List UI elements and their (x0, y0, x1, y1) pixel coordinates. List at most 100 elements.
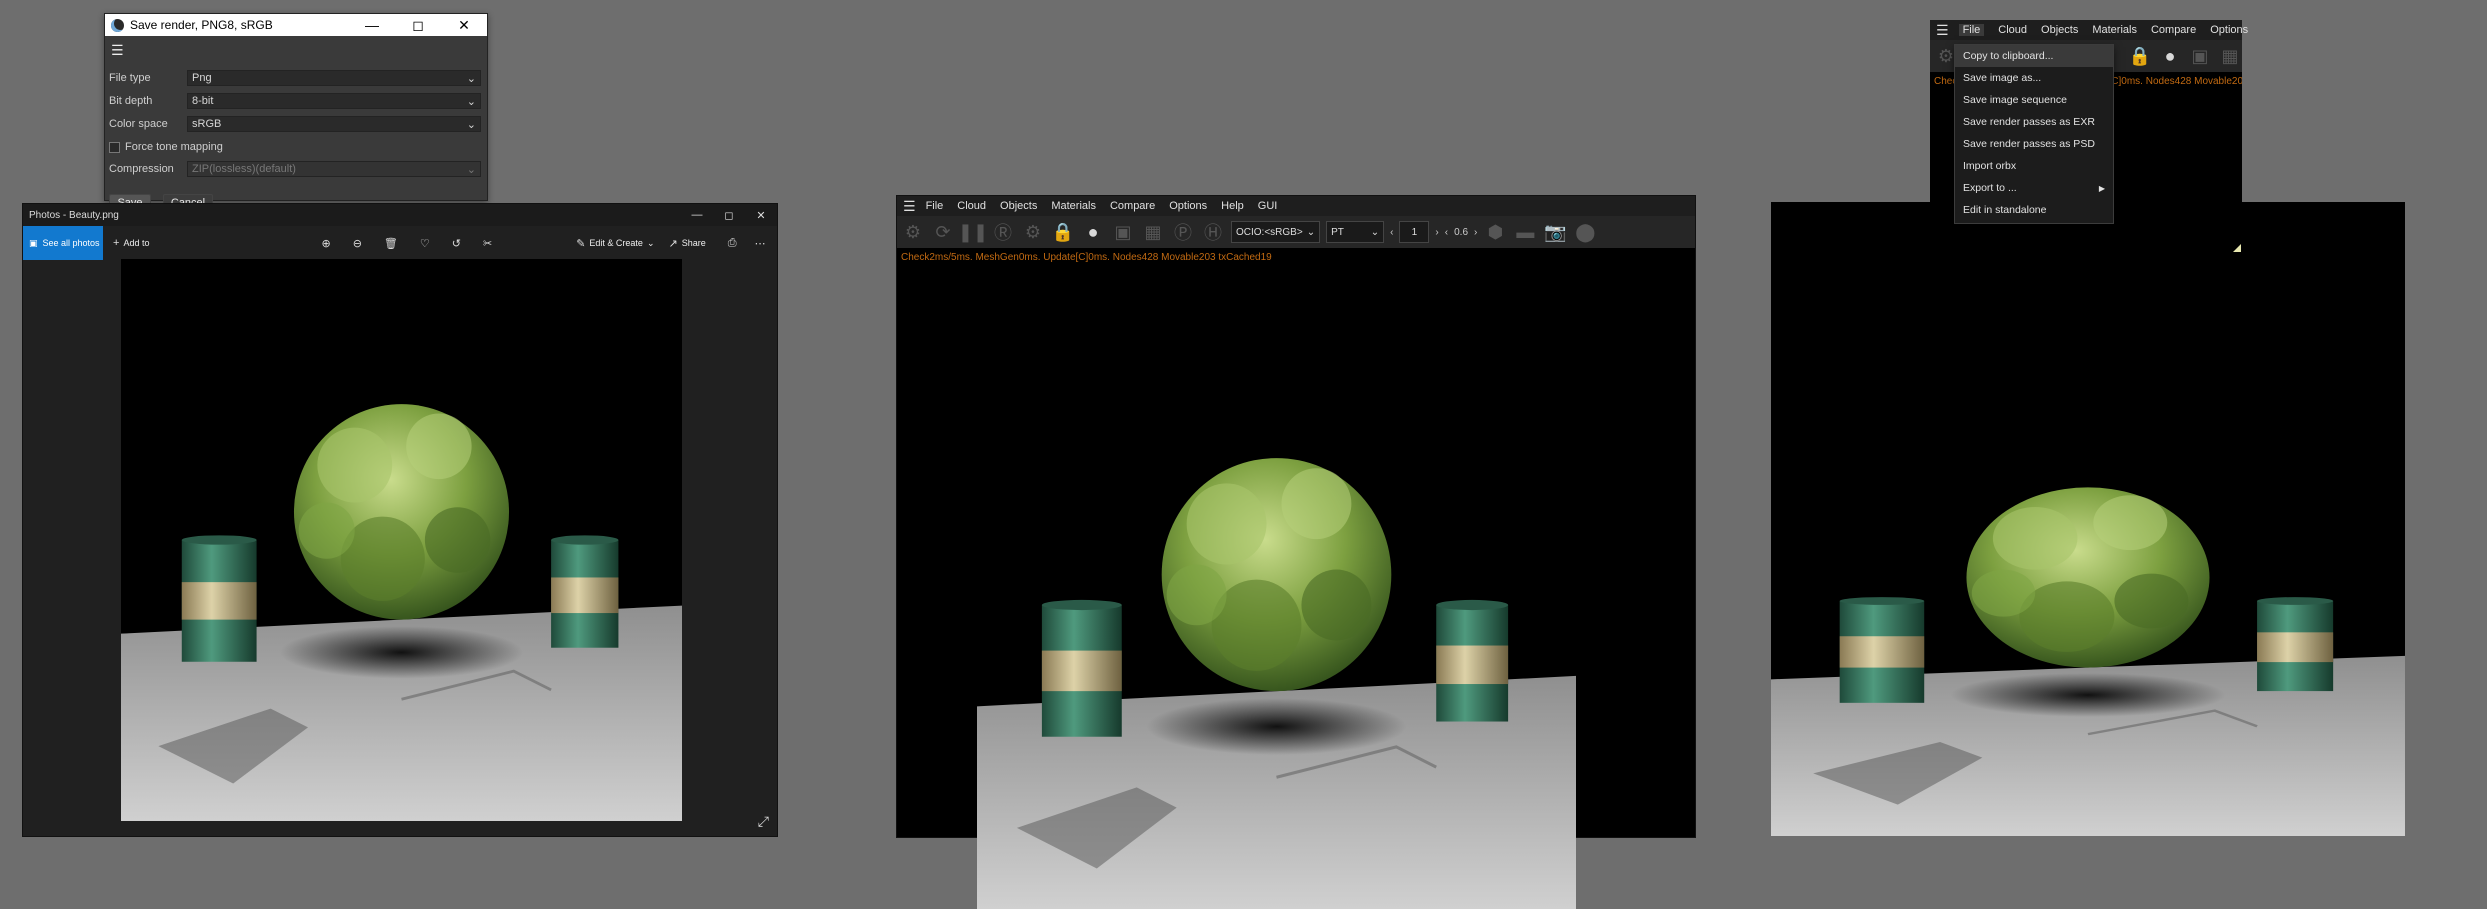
menu-item-save-render-passes-psd[interactable]: Save render passes as PSD (1955, 133, 2113, 155)
menu-compare[interactable]: Compare (1110, 200, 1155, 212)
menu-compare[interactable]: Compare (2151, 24, 2196, 36)
lock-icon[interactable]: 🔒 (2128, 44, 2152, 68)
maximize-icon[interactable]: ◻ (713, 204, 745, 226)
octane-toolbar: ⚙ ⟳ ❚❚ Ⓡ ⚙ 🔒 ● ▣ ▦ Ⓟ Ⓗ OCIO:<sRGB> ⌄ PT ⌄ … (897, 216, 1695, 248)
kernel-select[interactable]: PT ⌄ (1326, 221, 1385, 243)
share-button[interactable]: ↗ Share (668, 237, 705, 250)
edit-icon: ✎ (576, 237, 586, 250)
octane-menubar: ☰ File Cloud Objects Materials Compare O… (897, 196, 1695, 216)
record-icon[interactable]: ⬤ (1573, 220, 1597, 244)
menu-options[interactable]: Options (1169, 200, 1207, 212)
help-circle-icon[interactable]: Ⓗ (1201, 220, 1225, 244)
material-icon[interactable]: ▦ (1141, 220, 1165, 244)
zoom-in-icon[interactable]: ⊕ (321, 237, 330, 250)
delete-icon[interactable]: 🗑 (384, 237, 398, 250)
add-object-icon[interactable]: ▣ (2188, 44, 2212, 68)
rotate-icon[interactable]: ↺ (452, 237, 461, 250)
menu-help[interactable]: Help (1221, 200, 1244, 212)
color-space-label: Color space (109, 118, 168, 130)
edit-create-button[interactable]: ✎ Edit & Create ⌄ (576, 237, 654, 250)
add-to-button[interactable]: + Add to (113, 237, 149, 249)
sphere-icon[interactable]: ● (1081, 220, 1105, 244)
resize-handle-icon[interactable] (2233, 244, 2241, 252)
menu-file[interactable]: File (926, 200, 944, 212)
menu-item-export-to[interactable]: Export to ... ▶ (1955, 177, 2113, 199)
see-all-photos-button[interactable]: ▣ See all photos (23, 226, 103, 260)
compression-select: ZIP(lossless)(default) ⌄ (187, 161, 481, 177)
file-type-select[interactable]: Png ⌄ (187, 70, 481, 86)
photo-image (121, 259, 682, 821)
crop-icon[interactable]: ✂ (483, 237, 492, 250)
focus-icon[interactable]: Ⓟ (1171, 220, 1195, 244)
value-field[interactable]: 0.6 (1454, 227, 1468, 238)
floating-bush (1161, 458, 1392, 692)
menu-item-save-image-sequence[interactable]: Save image sequence (1955, 89, 2113, 111)
hamburger-menu-icon[interactable]: ☰ (903, 198, 916, 215)
favorite-icon[interactable]: ♡ (420, 237, 430, 250)
menu-file-open[interactable]: File (1958, 24, 1985, 36)
left-barrel (1041, 599, 1122, 737)
dialog-titlebar: Save render, PNG8, sRGB — ◻ ✕ (105, 14, 487, 36)
file-type-label: File type (109, 72, 151, 84)
maximize-icon[interactable]: ◻ (395, 14, 441, 36)
menu-item-import-orbx[interactable]: Import orbx (1955, 155, 2113, 177)
refresh-icon[interactable]: ⟳ (931, 220, 955, 244)
menu-materials[interactable]: Materials (2092, 24, 2137, 36)
status-line: Check2ms/5ms. MeshGen0ms. Update[C]0ms. … (901, 252, 1272, 263)
photos-title: Photos - Beauty.png (29, 209, 119, 221)
increase-icon[interactable]: › (1474, 227, 1477, 238)
region-render-icon[interactable]: Ⓡ (991, 220, 1015, 244)
settings-icon[interactable]: ⚙ (901, 220, 925, 244)
pause-icon[interactable]: ❚❚ (958, 220, 988, 244)
chevron-down-icon: ⌄ (466, 163, 476, 176)
share-icon: ↗ (668, 237, 678, 250)
photos-titlebar: Photos - Beauty.png — ◻ ✕ (23, 204, 777, 226)
force-tone-mapping-row[interactable]: Force tone mapping (109, 139, 481, 155)
render-viewport[interactable] (977, 301, 1576, 909)
next-icon[interactable]: › (1435, 227, 1438, 238)
sphere-icon[interactable]: ● (2158, 44, 2182, 68)
print-icon[interactable]: ⎙ (728, 237, 737, 250)
render-viewport[interactable] (1771, 366, 2405, 836)
material-icon[interactable]: ▦ (2218, 44, 2242, 68)
color-space-select[interactable]: sRGB ⌄ (187, 116, 481, 132)
expand-icon[interactable]: ⤢ (758, 813, 769, 830)
menu-item-save-image-as[interactable]: Save image as... (1955, 67, 2113, 89)
prev-icon[interactable]: ‹ (1390, 227, 1393, 238)
menu-objects[interactable]: Objects (1000, 200, 1037, 212)
octane-render-window: ☰ File Cloud Objects Materials Compare O… (896, 195, 1696, 909)
close-icon[interactable]: ✕ (745, 204, 777, 226)
menu-cloud[interactable]: Cloud (957, 200, 986, 212)
menu-item-edit-in-standalone[interactable]: Edit in standalone (1955, 199, 2113, 221)
lock-icon[interactable]: 🔒 (1051, 220, 1075, 244)
bush-shadow (1950, 673, 2226, 717)
zoom-out-icon[interactable]: ⊖ (353, 237, 362, 250)
hamburger-menu-icon[interactable]: ☰ (111, 42, 125, 59)
octane-right-menubar: ☰ File Cloud Objects Materials Compare O… (1930, 20, 2248, 40)
menu-gui[interactable]: GUI (1258, 200, 1278, 212)
force-tone-mapping-checkbox[interactable] (109, 141, 120, 153)
add-object-icon[interactable]: ▣ (1111, 220, 1135, 244)
close-icon[interactable]: ✕ (441, 14, 487, 36)
minimize-icon[interactable]: — (349, 14, 395, 36)
menu-options[interactable]: Options (2210, 24, 2248, 36)
camera-icon[interactable]: 📷 (1543, 220, 1567, 244)
more-icon[interactable]: ⋯ (755, 237, 766, 250)
menu-item-save-render-passes-exr[interactable]: Save render passes as EXR (1955, 111, 2113, 133)
bit-depth-select[interactable]: 8-bit ⌄ (187, 93, 481, 109)
menu-materials[interactable]: Materials (1051, 200, 1096, 212)
save-render-dialog: Save render, PNG8, sRGB — ◻ ✕ ☰ File typ… (104, 13, 488, 211)
menu-objects[interactable]: Objects (2041, 24, 2078, 36)
film-icon[interactable]: ▬ (1513, 220, 1537, 244)
color-space-row: Color space sRGB ⌄ (109, 116, 481, 132)
ocio-select[interactable]: OCIO:<sRGB> ⌄ (1231, 221, 1321, 243)
hamburger-menu-icon[interactable]: ☰ (1936, 22, 1949, 39)
page-field[interactable]: 1 (1399, 221, 1430, 243)
octane-right-viewport[interactable] (1771, 202, 2405, 836)
menu-cloud[interactable]: Cloud (1998, 24, 2027, 36)
hexagon-icon[interactable]: ⬢ (1483, 220, 1507, 244)
decrease-icon[interactable]: ‹ (1445, 227, 1448, 238)
gear-icon[interactable]: ⚙ (1021, 220, 1045, 244)
minimize-icon[interactable]: — (681, 204, 713, 226)
menu-item-copy-to-clipboard[interactable]: Copy to clipboard... (1955, 45, 2113, 67)
